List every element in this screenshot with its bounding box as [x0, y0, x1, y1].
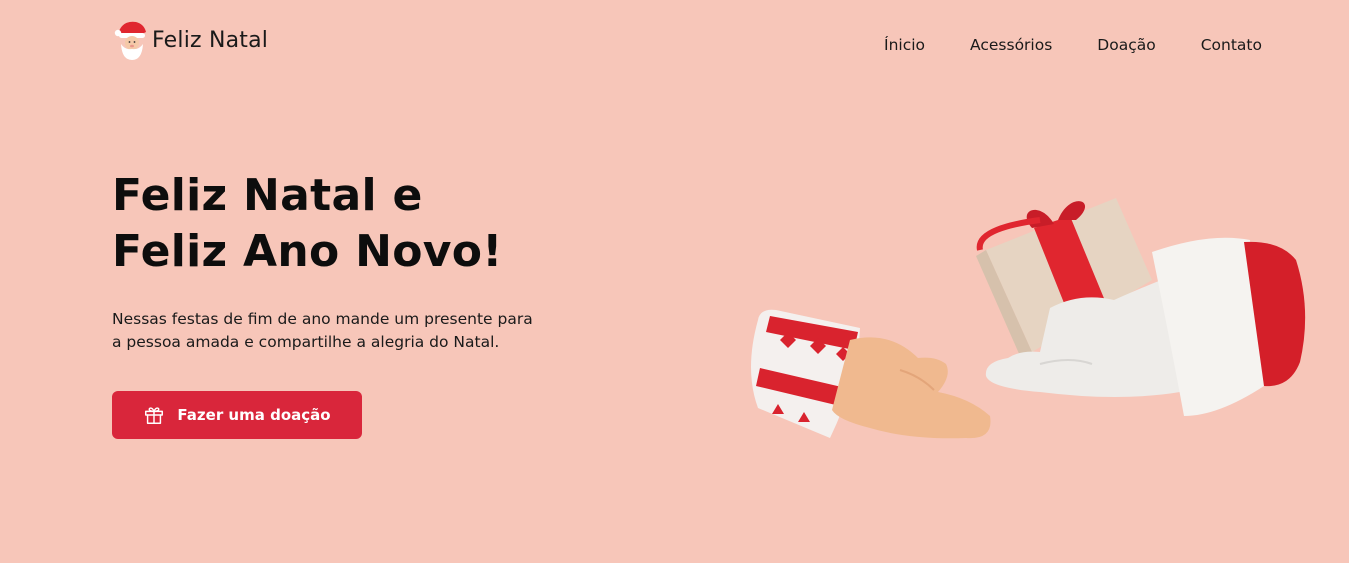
site-header: Feliz Natal Ínicio Acessórios Doação Con… — [0, 0, 1349, 80]
left-hand — [832, 337, 991, 439]
logo-link[interactable]: Feliz Natal — [112, 18, 268, 62]
santa-icon — [114, 21, 146, 60]
main-nav: Ínicio Acessórios Doação Contato — [884, 36, 1262, 54]
donate-button[interactable]: Fazer uma doação — [112, 391, 362, 439]
gift-icon — [145, 407, 164, 424]
nav-item-doacao[interactable]: Doação — [1097, 36, 1155, 54]
nav-item-inicio[interactable]: Ínicio — [884, 36, 925, 54]
donate-button-label: Fazer uma doação — [177, 406, 331, 424]
hero-title-line-2: Feliz Ano Novo! — [112, 226, 503, 277]
hero-description: Nessas festas de fim de ano mande um pre… — [112, 308, 582, 354]
nav-item-contato[interactable]: Contato — [1201, 36, 1262, 54]
gift-exchange-hands-illustration — [740, 180, 1320, 455]
hero-title: Feliz Natal e Feliz Ano Novo! — [112, 168, 612, 280]
hero-description-line-2: a pessoa amada e compartilhe a alegria d… — [112, 333, 500, 351]
logo-text: Feliz Natal — [152, 27, 269, 53]
hero-title-line-1: Feliz Natal e — [112, 170, 423, 221]
hero-description-line-1: Nessas festas de fim de ano mande um pre… — [112, 310, 533, 328]
nav-item-acessorios[interactable]: Acessórios — [970, 36, 1052, 54]
